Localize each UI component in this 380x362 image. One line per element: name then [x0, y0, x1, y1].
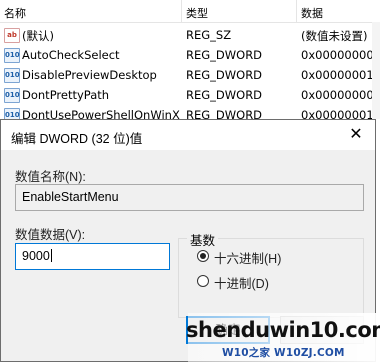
value-type: REG_DWORD — [186, 68, 263, 82]
registry-row[interactable]: 010 AutoCheckSelect REG_DWORD 0x00000000 — [0, 45, 380, 65]
column-divider[interactable] — [181, 0, 182, 22]
dword-value-icon: 010 — [4, 88, 20, 103]
radio-hex[interactable] — [197, 250, 209, 262]
registry-row[interactable]: ab (默认) REG_SZ (数值未设置) — [0, 25, 380, 45]
registry-row[interactable]: 010 DisablePreviewDesktop REG_DWORD 0x00… — [0, 65, 380, 85]
registry-row[interactable]: 010 DontPrettyPath REG_DWORD 0x00000000 — [0, 85, 380, 105]
value-type: REG_SZ — [186, 28, 232, 42]
radio-hex-label[interactable]: 十六进制(H) — [214, 248, 281, 267]
watermark-logo-text: shenduwin10.com — [186, 318, 380, 342]
value-name: AutoCheckSelect — [22, 48, 120, 62]
value-data: (数值未设置) — [301, 29, 368, 43]
watermark-sub-text: W10之家 W10ZJ.COM — [222, 347, 345, 359]
value-data: 0x00000000 — [301, 88, 374, 102]
radio-decimal[interactable] — [197, 275, 209, 287]
radio-decimal-label[interactable]: 十进制(D) — [214, 273, 269, 292]
dword-value-icon: 010 — [4, 48, 20, 63]
list-scrollbar[interactable] — [372, 22, 380, 119]
value-name: DisablePreviewDesktop — [22, 68, 157, 82]
value-data: 0x00000000 — [301, 48, 374, 62]
base-group-title: 基数 — [187, 230, 219, 249]
dialog-titlebar[interactable]: 编辑 DWORD (32 位)值 ✕ — [1, 120, 375, 150]
column-type-header[interactable]: 类型 — [186, 5, 208, 21]
value-name: (默认) — [22, 29, 54, 43]
list-header: 名称 类型 数据 — [0, 0, 380, 23]
value-type: REG_DWORD — [186, 88, 263, 102]
column-divider[interactable] — [296, 0, 297, 22]
dword-value-icon: 010 — [4, 68, 20, 83]
close-icon[interactable]: ✕ — [343, 123, 369, 147]
column-name-header[interactable]: 名称 — [4, 5, 26, 21]
value-name-field[interactable]: EnableStartMenu — [15, 184, 364, 211]
value-name-text: EnableStartMenu — [22, 190, 119, 204]
value-name: DontPrettyPath — [22, 88, 110, 102]
value-data-label: 数值数据(V): — [15, 228, 86, 242]
column-data-header[interactable]: 数据 — [301, 5, 323, 21]
dialog-title: 编辑 DWORD (32 位)值 — [11, 132, 143, 146]
value-type: REG_DWORD — [186, 48, 263, 62]
value-data: 0x00000001 — [301, 68, 374, 82]
value-name-label: 数值名称(N): — [15, 170, 86, 184]
value-data-input[interactable]: 9000 — [15, 243, 170, 270]
value-data-text: 9000 — [22, 249, 50, 263]
text-caret — [50, 249, 52, 262]
string-value-icon: ab — [4, 28, 20, 43]
